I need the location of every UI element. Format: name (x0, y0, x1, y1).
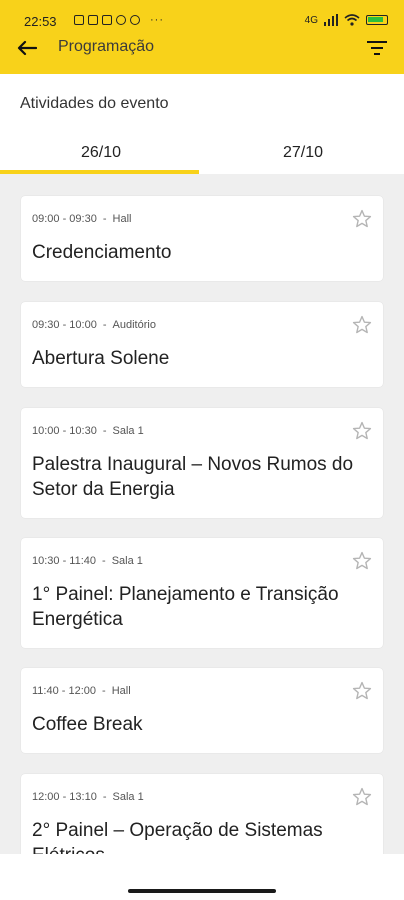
activity-location: Sala 1 (112, 425, 144, 437)
notification-icons: ··· (74, 14, 164, 26)
activity-time: 10:30 - 11:40 (32, 555, 97, 567)
activity-title: 1° Painel: Planejamento e Transição Ener… (32, 584, 339, 630)
notification-icon (102, 15, 112, 25)
meta-separator: - (102, 319, 107, 331)
wifi-icon (344, 14, 360, 26)
activity-meta: 12:00 - 13:10- Sala 1 (32, 791, 144, 803)
section-subtitle: Atividades do evento (20, 95, 169, 112)
activity-location: Sala 1 (112, 791, 144, 803)
gesture-bar-area (0, 854, 404, 900)
activity-title: Credenciamento (32, 242, 172, 263)
activity-location: Sala 1 (111, 555, 143, 567)
star-icon[interactable] (351, 420, 373, 442)
activity-location: Auditório (112, 319, 156, 331)
meta-separator: - (102, 685, 106, 697)
star-icon[interactable] (351, 550, 373, 572)
battery-icon (366, 15, 388, 25)
meta-separator: - (102, 213, 107, 225)
activity-meta: 11:40 - 12:00- Hall (32, 685, 131, 697)
meta-separator: - (102, 791, 107, 803)
page-title: Programação (58, 38, 155, 55)
activity-time: 09:00 - 09:30 (32, 213, 97, 225)
activity-card[interactable]: 12:00 - 13:10- Sala 1 2° Painel – Operaçã… (21, 774, 383, 854)
activity-time: 10:00 - 10:30 (32, 425, 97, 437)
activity-title: 2° Painel – Operação de Sistemas Elétric… (32, 820, 323, 854)
activity-title: Palestra Inaugural – Novos Rumos do Seto… (32, 454, 354, 500)
activity-meta: 09:30 - 10:00- Auditório (32, 319, 156, 331)
network-label: 4G (304, 14, 318, 26)
status-time: 22:53 (24, 14, 57, 29)
activity-title: Abertura Solene (32, 348, 170, 369)
content-area: Atividades do evento 26/10 27/10 09:00 -… (0, 74, 404, 900)
activity-time: 09:30 - 10:00 (32, 319, 97, 331)
activity-list[interactable]: 09:00 - 09:30- Hall Credenciamento 09:30 … (0, 174, 404, 854)
activity-card[interactable]: 10:00 - 10:30- Sala 1 Palestra Inaugural … (21, 408, 383, 518)
filter-icon[interactable] (364, 35, 390, 61)
home-indicator[interactable] (128, 889, 276, 893)
activity-time: 12:00 - 13:10 (32, 791, 97, 803)
activity-card[interactable]: 09:00 - 09:30- Hall Credenciamento (21, 196, 383, 281)
activity-meta: 09:00 - 09:30- Hall (32, 213, 131, 225)
activity-time: 11:40 - 12:00 (32, 685, 97, 697)
notification-icon (88, 15, 98, 25)
notification-icon (74, 15, 84, 25)
activity-location: Hall (112, 213, 132, 225)
activity-card[interactable]: 11:40 - 12:00- Hall Coffee Break (21, 668, 383, 753)
meta-separator: - (102, 425, 107, 437)
app-header: 22:53 ··· 4G Programação (0, 0, 404, 74)
activity-card[interactable]: 09:30 - 10:00- Auditório Abertura Solene (21, 302, 383, 387)
more-notifications-icon: ··· (150, 14, 164, 26)
system-icons: 4G (305, 14, 388, 26)
meta-separator: - (102, 555, 106, 567)
star-icon[interactable] (351, 208, 373, 230)
instagram-icon (130, 15, 140, 25)
star-icon[interactable] (351, 314, 373, 336)
activity-location: Hall (111, 685, 131, 697)
back-arrow-icon[interactable] (14, 35, 40, 61)
activity-meta: 10:30 - 11:40- Sala 1 (32, 555, 143, 567)
star-icon[interactable] (351, 680, 373, 702)
app-bar: Programação (0, 30, 404, 68)
tab-day-2[interactable]: 27/10 (202, 136, 404, 176)
star-icon[interactable] (351, 786, 373, 808)
signal-icon (324, 14, 338, 26)
notification-icon (116, 15, 126, 25)
activity-meta: 10:00 - 10:30- Sala 1 (32, 425, 144, 437)
activity-title: Coffee Break (32, 714, 143, 735)
activity-card[interactable]: 10:30 - 11:40- Sala 1 1° Painel: Planejam… (21, 538, 383, 648)
